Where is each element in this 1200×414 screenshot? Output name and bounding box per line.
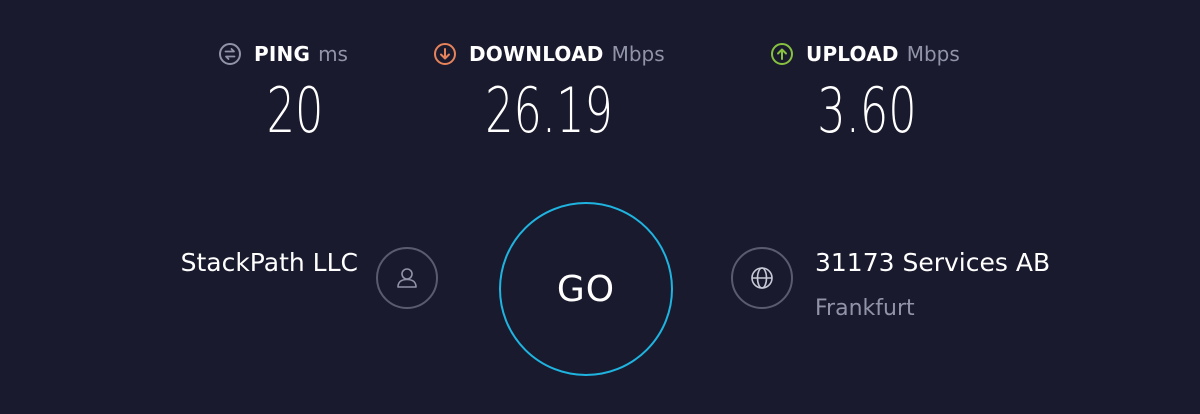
upload-header: UPLOAD Mbps [770, 40, 960, 68]
download-value: 26.19 [485, 74, 613, 147]
go-label: GO [556, 268, 616, 310]
ping-value: 20 [266, 74, 324, 147]
download-arrow-icon [433, 42, 457, 66]
upload-unit: Mbps [906, 42, 960, 66]
download-unit: Mbps [611, 42, 665, 66]
upload-arrow-icon [770, 42, 794, 66]
server-name[interactable]: 31173 Services AB [815, 248, 1050, 277]
ping-label: PING [254, 42, 311, 66]
ping-header: PING ms [218, 40, 348, 68]
upload-value: 3.60 [817, 74, 917, 147]
download-label: DOWNLOAD [469, 42, 604, 66]
user-icon[interactable] [376, 247, 438, 309]
globe-icon[interactable] [731, 247, 793, 309]
go-button[interactable]: GO [499, 202, 673, 376]
upload-label: UPLOAD [806, 42, 899, 66]
download-header: DOWNLOAD Mbps [433, 40, 665, 68]
isp-name[interactable]: StackPath LLC [100, 248, 358, 277]
ping-icon [218, 42, 242, 66]
server-location[interactable]: Frankfurt [815, 296, 915, 321]
ping-unit: ms [318, 42, 348, 66]
